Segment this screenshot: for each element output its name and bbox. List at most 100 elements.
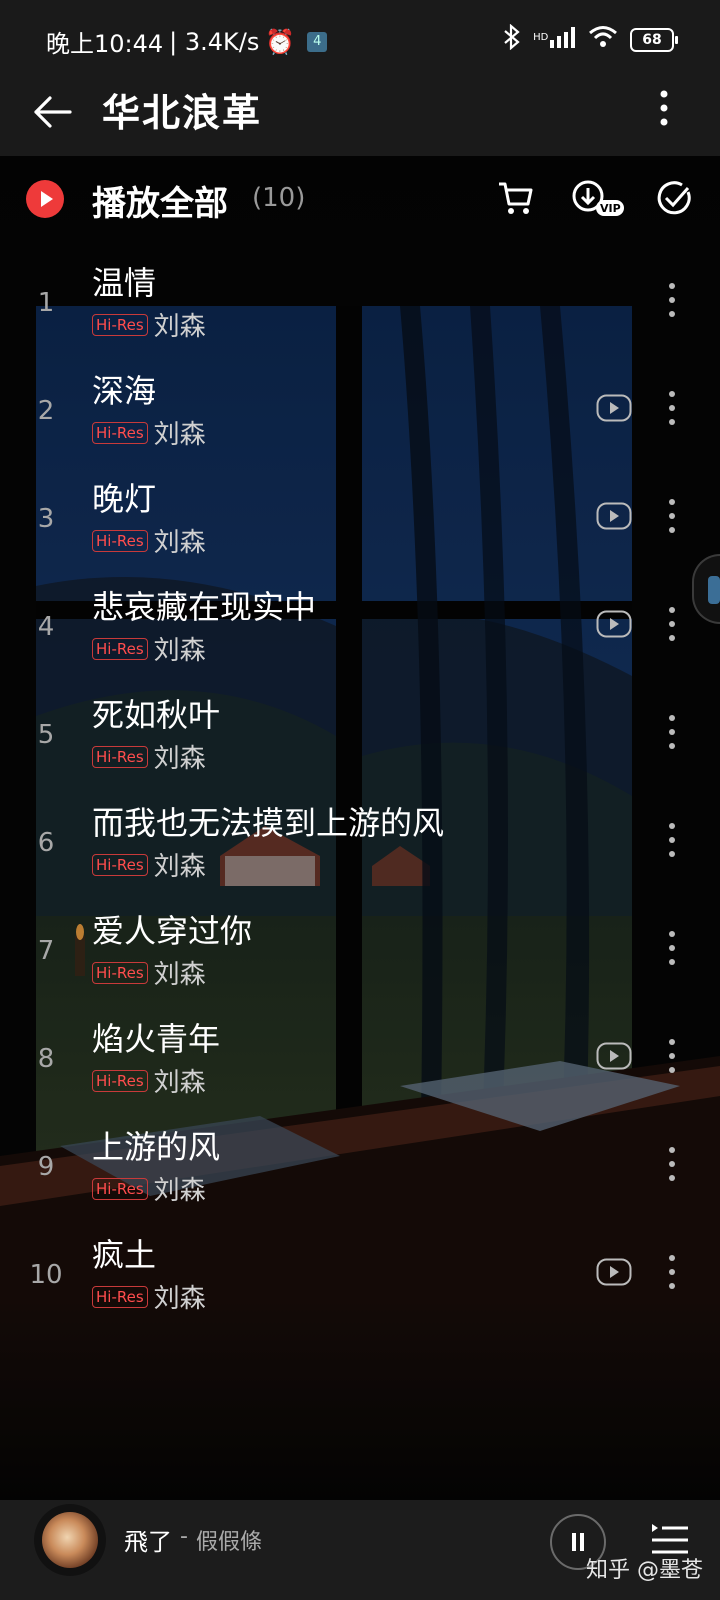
song-count: (10) xyxy=(252,183,306,213)
bluetooth-icon xyxy=(503,23,521,56)
song-more-icon[interactable] xyxy=(666,280,678,320)
mv-play-icon[interactable] xyxy=(596,1042,632,1070)
mini-player[interactable]: 飛了 - 假假條 知乎 @墨苍 xyxy=(0,1500,720,1600)
song-row[interactable]: 7 爱人穿过你 Hi-Res 刘森 xyxy=(0,906,720,1014)
song-index: 5 xyxy=(37,720,55,750)
now-playing-separator: - xyxy=(180,1524,188,1549)
hi-res-badge: Hi-Res xyxy=(92,745,148,768)
app-header: 华北浪革 xyxy=(0,76,720,156)
song-title: 疯土 xyxy=(92,1236,157,1274)
song-more-icon[interactable] xyxy=(666,604,678,644)
song-title: 死如秋叶 xyxy=(92,696,221,734)
song-meta: Hi-Res 刘森 xyxy=(92,522,206,559)
mv-play-icon[interactable] xyxy=(596,394,632,422)
album-art xyxy=(42,1512,98,1568)
song-meta: Hi-Res 刘森 xyxy=(92,306,206,343)
song-artist: 刘森 xyxy=(153,420,206,450)
play-all-icon[interactable] xyxy=(26,180,64,218)
song-artist: 刘森 xyxy=(153,960,206,990)
song-title: 上游的风 xyxy=(92,1128,221,1166)
mv-play-icon[interactable] xyxy=(596,1258,632,1286)
song-more-icon[interactable] xyxy=(666,496,678,536)
song-more-icon[interactable] xyxy=(666,928,678,968)
song-index: 1 xyxy=(37,288,55,318)
play-all-label[interactable]: 播放全部 xyxy=(92,176,228,225)
song-row[interactable]: 1 温情 Hi-Res 刘森 xyxy=(0,258,720,366)
song-title: 深海 xyxy=(92,372,157,410)
back-arrow-icon[interactable] xyxy=(30,90,74,134)
song-row[interactable]: 4 悲哀藏在现实中 Hi-Res 刘森 xyxy=(0,582,720,690)
song-meta: Hi-Res 刘森 xyxy=(92,630,206,667)
multi-select-icon[interactable] xyxy=(654,178,694,218)
status-left: 晚上10:44 | 3.4K/s ⏰ 4 xyxy=(46,24,328,59)
song-artist: 刘森 xyxy=(153,528,206,558)
hi-res-badge: Hi-Res xyxy=(92,529,148,552)
song-meta: Hi-Res 刘森 xyxy=(92,846,206,883)
song-more-icon[interactable] xyxy=(666,1144,678,1184)
song-row[interactable]: 8 焰火青年 Hi-Res 刘森 xyxy=(0,1014,720,1122)
hi-res-badge: Hi-Res xyxy=(92,637,148,660)
song-artist: 刘森 xyxy=(153,852,206,882)
song-artist: 刘森 xyxy=(153,1176,206,1206)
hi-res-badge: Hi-Res xyxy=(92,1177,148,1200)
song-title: 悲哀藏在现实中 xyxy=(92,588,317,626)
song-artist: 刘森 xyxy=(153,1068,206,1098)
song-artist: 刘森 xyxy=(153,1284,206,1314)
network-speed: | 3.4K/s xyxy=(169,27,260,56)
vip-download-icon[interactable]: VIP xyxy=(570,178,624,218)
hi-res-badge: Hi-Res xyxy=(92,853,148,876)
vip-label: VIP xyxy=(600,202,621,215)
song-row[interactable]: 3 晚灯 Hi-Res 刘森 xyxy=(0,474,720,582)
now-playing-artist: 假假條 xyxy=(196,1530,263,1555)
battery-icon: 68 xyxy=(630,28,678,52)
song-artist: 刘森 xyxy=(153,312,206,342)
song-meta: Hi-Res 刘森 xyxy=(92,738,206,775)
song-more-icon[interactable] xyxy=(666,1252,678,1292)
song-title: 晚灯 xyxy=(92,480,157,518)
song-row[interactable]: 5 死如秋叶 Hi-Res 刘森 xyxy=(0,690,720,798)
status-right: HD 68 xyxy=(503,23,678,56)
album-cover[interactable] xyxy=(34,1504,106,1576)
song-more-icon[interactable] xyxy=(666,820,678,860)
song-meta: Hi-Res 刘森 xyxy=(92,1170,206,1207)
watermark: 知乎 @墨苍 xyxy=(586,1558,703,1583)
more-options-icon[interactable] xyxy=(652,86,676,130)
song-list-panel: 播放全部 (10) VIP 1 温情 Hi-Res 刘森 2 深海 Hi-Res… xyxy=(0,156,720,1500)
wifi-icon xyxy=(588,25,618,55)
page-title: 华北浪革 xyxy=(102,91,263,135)
hd-label: HD xyxy=(533,32,549,43)
cart-icon[interactable] xyxy=(496,178,536,218)
hi-res-badge: Hi-Res xyxy=(92,421,148,444)
song-index: 3 xyxy=(37,504,55,534)
song-meta: Hi-Res 刘森 xyxy=(92,954,206,991)
signal-icon: HD xyxy=(533,26,576,54)
song-index: 7 xyxy=(37,936,55,966)
status-time: 晚上10:44 xyxy=(46,30,164,58)
song-meta: Hi-Res 刘森 xyxy=(92,414,206,451)
song-more-icon[interactable] xyxy=(666,388,678,428)
song-title: 爱人穿过你 xyxy=(92,912,253,950)
hi-res-badge: Hi-Res xyxy=(92,313,148,336)
hi-res-badge: Hi-Res xyxy=(92,961,148,984)
song-artist: 刘森 xyxy=(153,636,206,666)
alarm-icon: ⏰ xyxy=(265,27,296,56)
song-index: 4 xyxy=(37,612,55,642)
song-more-icon[interactable] xyxy=(666,712,678,752)
hi-res-badge: Hi-Res xyxy=(92,1069,148,1092)
song-index: 2 xyxy=(37,396,55,426)
mv-play-icon[interactable] xyxy=(596,610,632,638)
song-meta: Hi-Res 刘森 xyxy=(92,1278,206,1315)
song-artist: 刘森 xyxy=(153,744,206,774)
song-index: 8 xyxy=(37,1044,55,1074)
now-playing-title: 飛了 xyxy=(124,1528,172,1556)
app-notification-icon: 4 xyxy=(307,31,328,52)
song-row[interactable]: 2 深海 Hi-Res 刘森 xyxy=(0,366,720,474)
mv-play-icon[interactable] xyxy=(596,502,632,530)
song-index: 6 xyxy=(37,828,55,858)
song-more-icon[interactable] xyxy=(666,1036,678,1076)
song-row[interactable]: 9 上游的风 Hi-Res 刘森 xyxy=(0,1122,720,1230)
hi-res-badge: Hi-Res xyxy=(92,1285,148,1308)
song-row[interactable]: 6 而我也无法摸到上游的风 Hi-Res 刘森 xyxy=(0,798,720,906)
song-index: 10 xyxy=(29,1260,63,1290)
song-row[interactable]: 10 疯土 Hi-Res 刘森 xyxy=(0,1230,720,1338)
